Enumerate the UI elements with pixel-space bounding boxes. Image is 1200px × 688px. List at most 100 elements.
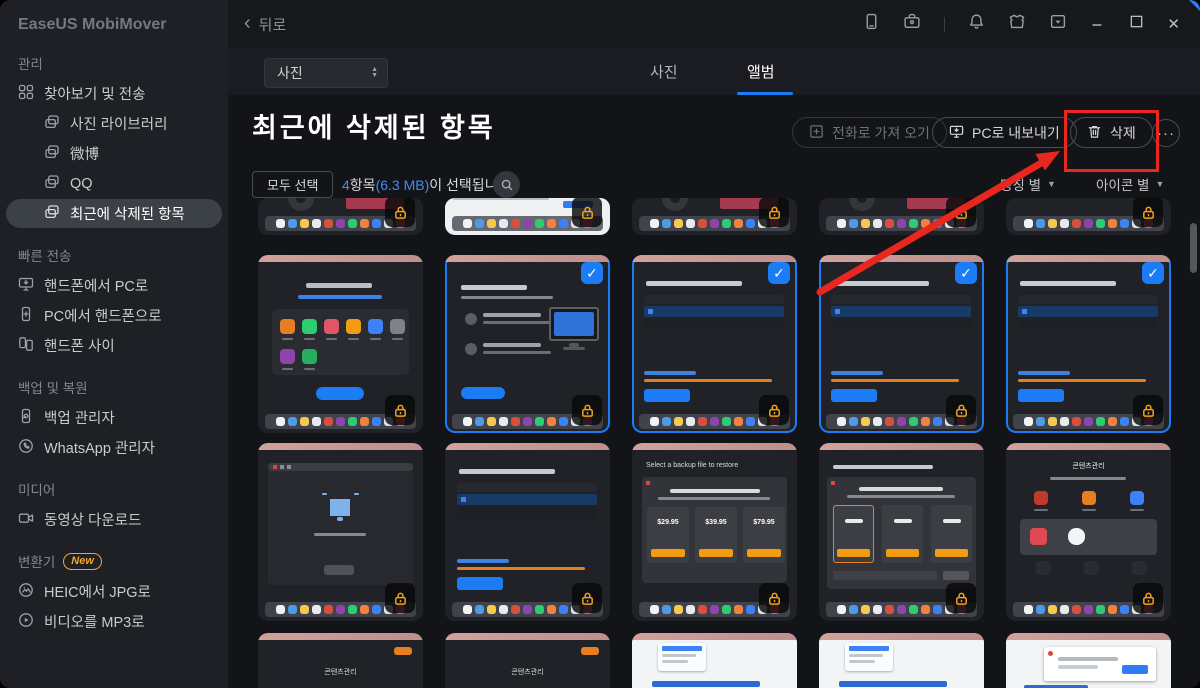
grid-row: 콘텐츠관리 콘텐츠관리 (258, 633, 1178, 688)
caret-down-icon: ▼ (1047, 179, 1056, 189)
window-corner-accent (1189, 0, 1200, 11)
sidebar: EaseUS MobiMover 관리찾아보기 및 전송사진 라이브러리 微博 QQ… (0, 0, 228, 688)
lock-badge (385, 198, 415, 227)
export-to-pc-icon (949, 124, 964, 142)
toolkit-icon[interactable] (903, 13, 921, 35)
sort-by-icon[interactable]: 아이콘 별 ▼ (1096, 174, 1164, 194)
thumbnail[interactable] (819, 198, 984, 235)
sidebar-item-browse-transfer[interactable]: 찾아보기 및 전송 (6, 79, 222, 108)
minimize-button[interactable] (1090, 14, 1106, 35)
thumbnail[interactable]: 콘텐츠관리 (258, 633, 423, 688)
maximize-button[interactable] (1129, 14, 1144, 34)
clipped-thumbnail (445, 198, 610, 235)
lock-badge (385, 583, 415, 613)
thumbnail-art (1006, 633, 1171, 688)
tab-albums[interactable]: 앨범 (747, 48, 775, 94)
thumbnail[interactable]: ✓ (632, 255, 797, 433)
theme-icon[interactable] (1008, 13, 1026, 35)
menu-icon[interactable] (1049, 13, 1067, 35)
notifications-icon[interactable] (968, 13, 985, 35)
main-content: 최근에 삭제된 항목 전화로 가져 오기PC로 내보내기삭제 ··· 모두 선택… (228, 95, 1200, 688)
sidebar-item-label: WhatsApp 관리자 (44, 437, 155, 458)
scrollbar-thumb[interactable] (1190, 223, 1197, 273)
back-button[interactable]: ‹ 뒤로 (244, 14, 286, 35)
mp3-icon (18, 612, 34, 632)
selection-summary: 4 항목(6.3 MB)이 선택됩니다 (342, 171, 510, 198)
lock-badge (946, 198, 976, 227)
thumbnail[interactable] (632, 198, 797, 235)
media-type-select[interactable]: 사진 ▲▼ (264, 58, 388, 88)
thumbnail-art (632, 633, 797, 688)
lock-badge (572, 395, 602, 425)
sidebar-section-label: 관리 (18, 53, 43, 73)
thumbnail[interactable] (819, 633, 984, 688)
device-icon[interactable] (863, 13, 880, 35)
thumbnail[interactable]: Select a backup file to restore$29.95$39… (632, 443, 797, 621)
thumbnail-art: 콘텐츠관리 (445, 633, 610, 688)
sidebar-item-backup-manager[interactable]: 백업 관리자 (6, 403, 222, 432)
sidebar-section-label: 백업 및 복원 (18, 377, 88, 397)
selected-checkmark: ✓ (955, 262, 977, 284)
clipped-thumbnail (632, 198, 797, 235)
thumbnail[interactable] (445, 443, 610, 621)
phone-to-pc-icon (18, 276, 34, 296)
thumbnail[interactable] (258, 255, 423, 433)
close-button[interactable]: ✕ (1167, 17, 1180, 32)
lock-icon (1141, 591, 1156, 606)
sidebar-item-phone-to-phone[interactable]: 핸드폰 사이 (6, 331, 222, 360)
titlebar-divider (944, 17, 945, 32)
sidebar-item-photo-library[interactable]: 사진 라이브러리 (6, 109, 222, 138)
lock-badge (385, 395, 415, 425)
sidebar-item-label: 微博 (70, 143, 99, 164)
thumbnail[interactable]: 콘텐츠관리 (445, 633, 610, 688)
sidebar-item-label: 핸드폰에서 PC로 (44, 275, 148, 296)
sidebar-item-weibo[interactable]: 微博 (6, 139, 222, 168)
search-button[interactable] (493, 171, 520, 198)
thumbnail[interactable] (1006, 633, 1171, 688)
sidebar-item-recently-deleted[interactable]: 최근에 삭제된 항목 (6, 199, 222, 228)
grid-icon (18, 84, 34, 104)
select-arrows-icon: ▲▼ (371, 67, 387, 80)
thumbnail[interactable]: 콘텐츠관리 (1006, 443, 1171, 621)
import-to-phone-button[interactable]: 전화로 가져 오기 (792, 117, 947, 148)
sort-label: 아이콘 별 (1096, 174, 1149, 194)
sidebar-item-pc-to-phone[interactable]: PC에서 핸드폰으로 (6, 301, 222, 330)
tab-photos[interactable]: 사진 (650, 48, 678, 94)
thumbnail[interactable]: ✓ (1006, 255, 1171, 433)
thumbnail[interactable]: ✓ (819, 255, 984, 433)
caret-down-icon: ▼ (1155, 179, 1164, 189)
sort-by-name[interactable]: 명칭 별▼ (1000, 174, 1056, 194)
thumbnail[interactable] (258, 443, 423, 621)
sidebar-item-video-download[interactable]: 동영상 다운로드 (6, 505, 222, 534)
chevron-left-icon: ‹ (244, 13, 251, 33)
sidebar-section-label: 미디어 (18, 479, 55, 499)
sidebar-item-video-to-mp3[interactable]: 비디오를 MP3로 (6, 607, 222, 636)
export-to-pc-button[interactable]: PC로 내보내기 (932, 117, 1077, 148)
grid-row: Select a backup file to restore$29.95$39… (258, 443, 1178, 621)
selected-checkmark: ✓ (1142, 262, 1164, 284)
select-all-button[interactable]: 모두 선택 (252, 171, 333, 198)
lock-icon (954, 205, 969, 220)
selected-checkmark: ✓ (768, 262, 790, 284)
sidebar-item-whatsapp-manager[interactable]: WhatsApp 관리자 (6, 433, 222, 462)
sidebar-section-header: 변환기New (18, 551, 210, 571)
action-label: 전화로 가져 오기 (832, 123, 930, 143)
thumbnail-art (819, 633, 984, 688)
sidebar-item-phone-to-pc[interactable]: 핸드폰에서 PC로 (6, 271, 222, 300)
thumbnail[interactable] (819, 443, 984, 621)
thumbnail[interactable] (1006, 198, 1171, 235)
phone-to-phone-icon (18, 336, 34, 356)
app-brand: EaseUS MobiMover (0, 0, 228, 36)
thumbnail[interactable] (632, 633, 797, 688)
new-badge: New (63, 553, 102, 570)
thumbnail[interactable]: ✓ (445, 255, 610, 433)
selected-checkmark: ✓ (581, 262, 603, 284)
search-icon (500, 178, 514, 192)
lock-badge (759, 583, 789, 613)
lock-icon (580, 591, 595, 606)
sidebar-item-qq[interactable]: QQ (6, 169, 222, 198)
sidebar-item-heic-to-jpg[interactable]: HEIC에서 JPG로 (6, 577, 222, 606)
thumbnail[interactable] (445, 198, 610, 235)
thumbnail[interactable] (258, 198, 423, 235)
lock-badge (1133, 198, 1163, 227)
